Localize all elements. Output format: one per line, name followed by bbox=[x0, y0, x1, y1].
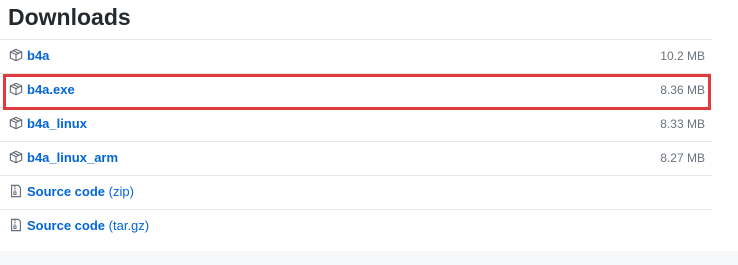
asset-link-b4a-exe[interactable]: b4a.exe bbox=[27, 82, 75, 98]
source-code-label: Source code bbox=[27, 218, 106, 233]
package-icon bbox=[9, 48, 23, 62]
downloads-heading: Downloads bbox=[8, 4, 131, 30]
source-code-zip-link[interactable]: Source code (zip) bbox=[27, 184, 134, 200]
asset-row-b4a-exe: b4a.exe 8.36 MB bbox=[0, 73, 712, 107]
downloads-panel: Downloads b4a 10.2 MB b4a.exe 8.36 MB b4… bbox=[0, 0, 738, 265]
asset-list: b4a 10.2 MB b4a.exe 8.36 MB b4a_linux 8.… bbox=[0, 39, 712, 243]
asset-size: 8.33 MB bbox=[660, 117, 705, 131]
archive-format: (tar.gz) bbox=[108, 218, 150, 233]
package-icon bbox=[9, 82, 23, 96]
file-zip-icon bbox=[11, 184, 21, 198]
asset-size: 10.2 MB bbox=[660, 49, 705, 63]
asset-link-b4a-linux[interactable]: b4a_linux bbox=[27, 116, 87, 132]
asset-row-b4a-linux-arm: b4a_linux_arm 8.27 MB bbox=[0, 141, 712, 175]
asset-row-source-zip: Source code (zip) bbox=[0, 175, 712, 209]
asset-row-b4a: b4a 10.2 MB bbox=[0, 39, 712, 73]
source-code-label: Source code bbox=[27, 184, 106, 199]
asset-row-b4a-linux: b4a_linux 8.33 MB bbox=[0, 107, 712, 141]
package-icon bbox=[9, 116, 23, 130]
package-icon bbox=[9, 150, 23, 164]
asset-link-b4a-linux-arm[interactable]: b4a_linux_arm bbox=[27, 150, 118, 166]
asset-size: 8.36 MB bbox=[660, 83, 705, 97]
footer-band bbox=[0, 251, 738, 265]
file-zip-icon bbox=[11, 218, 21, 232]
asset-size: 8.27 MB bbox=[660, 151, 705, 165]
archive-format: (zip) bbox=[108, 184, 134, 199]
asset-link-b4a[interactable]: b4a bbox=[27, 48, 49, 64]
asset-row-source-targz: Source code (tar.gz) bbox=[0, 209, 712, 243]
source-code-targz-link[interactable]: Source code (tar.gz) bbox=[27, 218, 149, 234]
